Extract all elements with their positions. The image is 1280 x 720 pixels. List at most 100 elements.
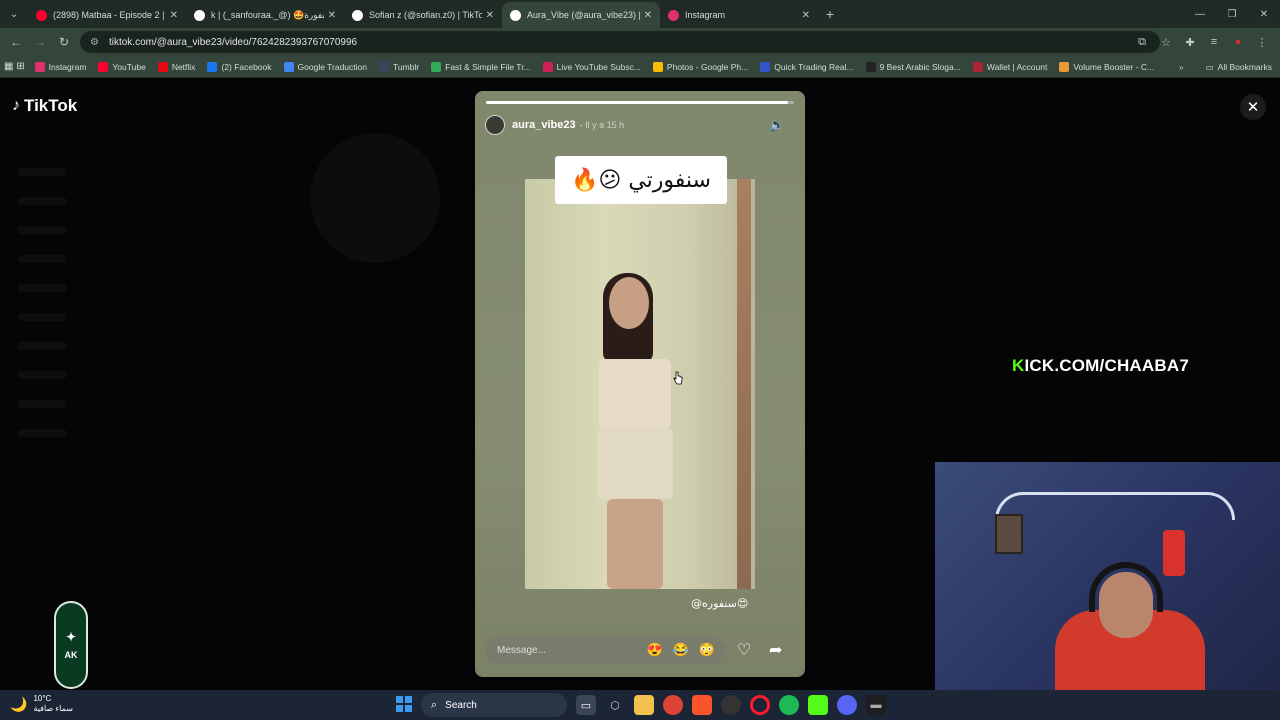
file-explorer-icon[interactable] (634, 695, 654, 715)
bookmark-favicon-icon (1059, 61, 1070, 72)
browser-tab[interactable]: Aura_Vibe (@aura_vibe23) | ✕ (502, 2, 660, 28)
more-bookmarks-icon[interactable]: » (1179, 62, 1184, 72)
bookmark-label: (2) Facebook (221, 61, 272, 72)
bookmark-favicon-icon (972, 61, 983, 72)
volume-icon[interactable]: 🔈 (769, 117, 785, 133)
tab-close-icon[interactable]: ✕ (170, 10, 178, 21)
forward-icon[interactable]: → (28, 30, 52, 54)
restore-icon[interactable]: ❐ (1216, 0, 1248, 28)
site-info-icon[interactable]: ⚙ (90, 37, 99, 48)
bookmark-favicon-icon (431, 61, 442, 72)
bookmark-label: 9 Best Arabic Sloga... (879, 61, 961, 72)
story-avatar[interactable] (485, 115, 505, 135)
spotify-icon[interactable] (779, 695, 799, 715)
story-header: aura_vibe23 - Il y a 15 h (485, 115, 624, 135)
install-app-icon[interactable]: ⧉ (1130, 30, 1154, 54)
browser-tab[interactable]: Sofian z (@sofian.z0) | TikTok ✕ (344, 2, 502, 28)
bookmark-favicon-icon (157, 61, 168, 72)
bookmark-label: Live YouTube Subsc... (556, 61, 641, 72)
menu-icon[interactable]: ⋮ (1250, 30, 1274, 54)
story-caption: @سنفوره😍 (691, 597, 749, 610)
weather-widget[interactable]: 🌙 10°C سماء صافية (10, 694, 73, 714)
bookmark-item[interactable]: Netflix (157, 61, 196, 72)
terminal-icon[interactable]: ▬ (866, 695, 886, 715)
extensions-icon[interactable]: ✚ (1178, 30, 1202, 54)
emoji-heart-eyes-button[interactable]: 😍 (646, 642, 662, 658)
discord-icon[interactable] (837, 695, 857, 715)
bookmark-item[interactable]: Instagram (34, 61, 86, 72)
story-progress-bar (486, 101, 794, 104)
browser-tab[interactable]: (2898) Matbaa - Episode 2 | 2 ✕ (28, 2, 186, 28)
tiktok-icon (194, 9, 205, 21)
close-story-button[interactable]: ✕ (1240, 94, 1266, 120)
media-control-icon[interactable]: ≡ (1202, 30, 1226, 54)
obs-icon[interactable] (721, 695, 741, 715)
bookmark-item[interactable]: Live YouTube Subsc... (542, 61, 641, 72)
address-bar[interactable]: ⚙ tiktok.com/@aura_vibe23/video/76242823… (80, 31, 1160, 53)
bookmark-label: Google Traduction (297, 61, 367, 72)
emoji-laughing-button[interactable]: 😂 (673, 642, 689, 658)
bookmark-label: Volume Booster - C... (1073, 61, 1155, 72)
tab-close-icon[interactable]: ✕ (328, 10, 336, 21)
instagram-icon (668, 9, 679, 21)
share-icon[interactable]: ➦ (769, 640, 782, 660)
like-heart-icon[interactable]: ♡ (737, 640, 751, 660)
browser-tab[interactable]: k | (_sanfouraa._@) 🤩سنفورة ✕ (186, 2, 344, 28)
bookmark-item[interactable]: Tumblr (379, 61, 419, 72)
bookmark-item[interactable]: Google Traduction (283, 61, 367, 72)
bookmark-item[interactable]: Photos - Google Ph... (652, 61, 748, 72)
bookmark-label: Wallet | Account (986, 61, 1048, 72)
bookmark-favicon-icon (283, 61, 294, 72)
dimmed-sidebar (18, 168, 66, 458)
bookmark-label: YouTube (112, 61, 146, 72)
tab-close-icon[interactable]: ✕ (486, 10, 494, 21)
new-tab-button[interactable]: + (818, 6, 842, 22)
browser-tab[interactable]: Instagram ✕ (660, 2, 818, 28)
message-input[interactable]: Message... 😍 😂 😳 (485, 636, 725, 664)
bookmark-favicon-icon (865, 61, 876, 72)
profile-avatar[interactable]: ● (1226, 30, 1250, 54)
bookmark-favicon-icon (760, 61, 771, 72)
moon-icon: 🌙 (10, 695, 28, 712)
reload-icon[interactable]: ↻ (52, 30, 76, 54)
tab-close-icon[interactable]: ✕ (802, 10, 810, 21)
brave-icon[interactable] (692, 695, 712, 715)
tab-title: k | (_sanfouraa._@) 🤩سنفورة (211, 9, 324, 20)
tab-close-icon[interactable]: ✕ (644, 10, 652, 21)
tiktok-logo[interactable]: ♪ TikTok (12, 96, 77, 116)
story-video[interactable] (525, 179, 755, 589)
bookmark-label: Netflix (171, 61, 196, 72)
kick-watermark: KICK.COM/CHAABA7 (1012, 356, 1189, 375)
back-icon[interactable]: ← (4, 30, 28, 54)
hand-cursor-icon (673, 371, 683, 385)
task-view-icon[interactable]: ▭ (576, 695, 596, 715)
search-icon: ⌕ (431, 698, 438, 711)
chrome-icon[interactable] (663, 695, 683, 715)
emoji-flushed-button[interactable]: 😳 (699, 642, 715, 658)
bookmark-item[interactable]: Wallet | Account (972, 61, 1048, 72)
bookmark-item[interactable]: Volume Booster - C... (1059, 61, 1155, 72)
minimize-icon[interactable]: — (1184, 0, 1216, 28)
bookmark-star-icon[interactable]: ☆ (1154, 30, 1178, 54)
bookmark-item[interactable]: (2) Facebook (207, 61, 272, 72)
all-bookmarks-link[interactable]: All Bookmarks (1218, 62, 1272, 72)
story-time: - Il y a 15 h (579, 120, 625, 130)
story-username[interactable]: aura_vibe23 (512, 119, 576, 131)
kick-app-icon[interactable] (808, 695, 828, 715)
tab-title: Aura_Vibe (@aura_vibe23) | (527, 10, 640, 20)
opera-icon[interactable] (750, 695, 770, 715)
bookmark-favicon-icon (379, 61, 389, 72)
story-viewer[interactable]: aura_vibe23 - Il y a 15 h 🔈 سنفورتي 😕🔥 @… (475, 91, 805, 677)
bookmark-item[interactable]: Quick Trading Real... (760, 61, 854, 72)
start-button[interactable] (396, 696, 412, 712)
bookmark-item[interactable]: Fast & Simple File Tr... (431, 61, 531, 72)
bookmark-item[interactable]: YouTube (98, 61, 146, 72)
settings-icon[interactable]: ⬡ (605, 695, 625, 715)
taskbar-search[interactable]: ⌕ Search (421, 693, 567, 717)
bookmark-apps-icon[interactable]: ▦ ⊞ (4, 61, 25, 72)
tab-search-icon[interactable]: ⌄ (0, 0, 28, 28)
bookmark-item[interactable]: 9 Best Arabic Sloga... (865, 61, 961, 72)
eagle-icon: ✦ (65, 630, 77, 644)
close-window-icon[interactable]: ✕ (1248, 0, 1280, 28)
tiktok-note-icon: ♪ (12, 97, 20, 114)
